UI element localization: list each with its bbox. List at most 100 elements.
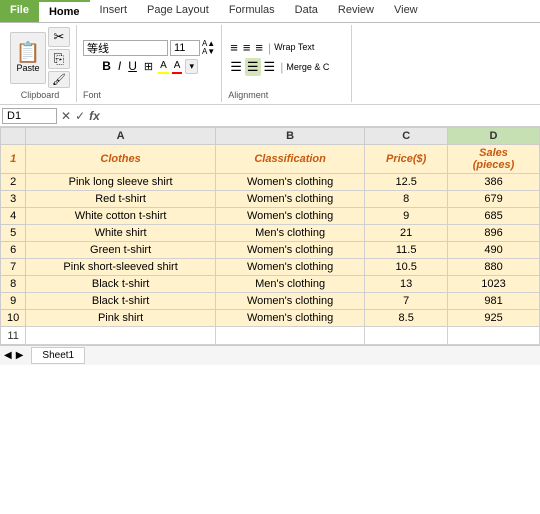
cell-a7[interactable]: Pink short-sleeved shirt — [26, 259, 216, 276]
cancel-formula-icon[interactable]: ✕ — [61, 109, 71, 123]
align-middle-button[interactable]: ≡ — [241, 39, 253, 56]
tab-review[interactable]: Review — [328, 0, 384, 22]
row-num-9[interactable]: 9 — [1, 293, 26, 310]
cell-b3[interactable]: Women's clothing — [215, 191, 364, 208]
row-num-8[interactable]: 8 — [1, 276, 26, 293]
col-header-c[interactable]: C — [365, 128, 448, 145]
cell-b1[interactable]: Classification — [215, 145, 364, 174]
cell-a10[interactable]: Pink shirt — [26, 310, 216, 327]
cell-a1[interactable]: Clothes — [26, 145, 216, 174]
cell-a8[interactable]: Black t-shirt — [26, 276, 216, 293]
cell-c4[interactable]: 9 — [365, 208, 448, 225]
cell-d7[interactable]: 880 — [448, 259, 540, 276]
cell-c1[interactable]: Price($) — [365, 145, 448, 174]
italic-button[interactable]: I — [116, 58, 123, 74]
cell-b6[interactable]: Women's clothing — [215, 242, 364, 259]
cell-a6[interactable]: Green t-shirt — [26, 242, 216, 259]
cell-c3[interactable]: 8 — [365, 191, 448, 208]
underline-button[interactable]: U — [126, 58, 139, 74]
paste-button[interactable]: 📋 Paste — [10, 32, 46, 84]
sheet-tab-1[interactable]: Sheet1 — [31, 347, 85, 364]
font-color-button[interactable]: A — [172, 59, 183, 74]
cell-d1[interactable]: Sales(pieces) — [448, 145, 540, 174]
font-name-input[interactable] — [83, 40, 168, 56]
cell-a2[interactable]: Pink long sleeve shirt — [26, 174, 216, 191]
cell-b5[interactable]: Men's clothing — [215, 225, 364, 242]
fill-color-button[interactable]: A — [158, 59, 169, 74]
row-num-10[interactable]: 10 — [1, 310, 26, 327]
cell-a11[interactable] — [26, 327, 216, 345]
copy-button[interactable]: ⎘ — [48, 49, 70, 69]
cell-c8[interactable]: 13 — [365, 276, 448, 293]
cell-b7[interactable]: Women's clothing — [215, 259, 364, 276]
cell-a4[interactable]: White cotton t-shirt — [26, 208, 216, 225]
col-header-b[interactable]: B — [215, 128, 364, 145]
row-num-7[interactable]: 7 — [1, 259, 26, 276]
bold-button[interactable]: B — [100, 58, 113, 74]
more-font-button[interactable]: ▾ — [185, 59, 198, 74]
cell-d6[interactable]: 490 — [448, 242, 540, 259]
row-num-5[interactable]: 5 — [1, 225, 26, 242]
cell-d4[interactable]: 685 — [448, 208, 540, 225]
tab-insert[interactable]: Insert — [90, 0, 138, 22]
cell-c6[interactable]: 11.5 — [365, 242, 448, 259]
border-button[interactable]: ⊞ — [142, 59, 155, 74]
cell-d5[interactable]: 896 — [448, 225, 540, 242]
align-right-button[interactable]: ☰ — [262, 58, 278, 76]
table-row: 4 White cotton t-shirt Women's clothing … — [1, 208, 540, 225]
name-box[interactable] — [2, 108, 57, 124]
cell-d9[interactable]: 981 — [448, 293, 540, 310]
row-num-1[interactable]: 1 — [1, 145, 26, 174]
spreadsheet: A B C D 1 Clothes Classification Price($… — [0, 127, 540, 345]
insert-function-icon[interactable]: fx — [89, 109, 100, 123]
font-row2: B I U ⊞ A A ▾ — [100, 58, 198, 74]
cell-a3[interactable]: Red t-shirt — [26, 191, 216, 208]
cell-d2[interactable]: 386 — [448, 174, 540, 191]
tab-page-layout[interactable]: Page Layout — [137, 0, 219, 22]
cell-c7[interactable]: 10.5 — [365, 259, 448, 276]
cell-b10[interactable]: Women's clothing — [215, 310, 364, 327]
cell-c2[interactable]: 12.5 — [365, 174, 448, 191]
cell-b9[interactable]: Women's clothing — [215, 293, 364, 310]
tab-view[interactable]: View — [384, 0, 428, 22]
row-num-3[interactable]: 3 — [1, 191, 26, 208]
cell-a9[interactable]: Black t-shirt — [26, 293, 216, 310]
row-num-11[interactable]: 11 — [1, 327, 26, 345]
wrap-text-button[interactable]: Wrap Text — [274, 42, 314, 53]
font-size-input[interactable] — [170, 40, 200, 56]
cell-d10[interactable]: 925 — [448, 310, 540, 327]
align-bottom-button[interactable]: ≡ — [253, 39, 265, 56]
cell-d11[interactable] — [448, 327, 540, 345]
cell-d8[interactable]: 1023 — [448, 276, 540, 293]
cell-c9[interactable]: 7 — [365, 293, 448, 310]
sheet-nav-right[interactable]: ▶ — [16, 350, 24, 361]
cell-c5[interactable]: 21 — [365, 225, 448, 242]
cell-b4[interactable]: Women's clothing — [215, 208, 364, 225]
merge-cells-button[interactable]: Merge & C — [286, 62, 329, 73]
align-left-button[interactable]: ☰ — [228, 58, 244, 76]
col-header-d[interactable]: D — [448, 128, 540, 145]
confirm-formula-icon[interactable]: ✓ — [75, 109, 85, 123]
cell-b8[interactable]: Men's clothing — [215, 276, 364, 293]
cell-c10[interactable]: 8.5 — [365, 310, 448, 327]
cell-b11[interactable] — [215, 327, 364, 345]
tab-formulas[interactable]: Formulas — [219, 0, 285, 22]
tab-file[interactable]: File — [0, 0, 39, 22]
row-num-6[interactable]: 6 — [1, 242, 26, 259]
cell-b2[interactable]: Women's clothing — [215, 174, 364, 191]
sheet-nav-left[interactable]: ◀ — [4, 350, 12, 361]
tab-home[interactable]: Home — [39, 0, 90, 22]
row-num-2[interactable]: 2 — [1, 174, 26, 191]
decrease-font-size-button[interactable]: A▼ — [202, 48, 215, 56]
tab-data[interactable]: Data — [285, 0, 328, 22]
align-top-button[interactable]: ≡ — [228, 39, 240, 56]
format-painter-button[interactable]: 🖌 — [48, 71, 70, 88]
col-header-a[interactable]: A — [26, 128, 216, 145]
align-center-button[interactable]: ☰ — [245, 58, 261, 76]
formula-input[interactable] — [104, 110, 538, 122]
cell-c11[interactable] — [365, 327, 448, 345]
row-num-4[interactable]: 4 — [1, 208, 26, 225]
cell-a5[interactable]: White shirt — [26, 225, 216, 242]
cell-d3[interactable]: 679 — [448, 191, 540, 208]
cut-button[interactable]: ✂ — [48, 27, 70, 47]
